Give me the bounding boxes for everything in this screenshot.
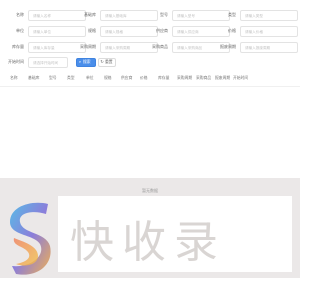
reset-button-label: 重置 <box>105 60 113 64</box>
filter-label: 类型 <box>228 12 236 17</box>
watermark-logo <box>10 202 51 275</box>
filter-label: 采购周期 <box>80 44 96 49</box>
filter-row: 单位 请输入单位 规格 请输入规格 供应商 请输入供应商 价格 请输入价格 <box>0 26 300 40</box>
filter-row: 名称 请输入名称 基础库 请输入基础库 型号 请输入型号 类型 请输入类型 <box>0 10 300 24</box>
filter-label: 基础库 <box>84 12 96 17</box>
column-header: 型号 <box>49 76 57 80</box>
filter-label: 开始时间 <box>8 59 24 64</box>
column-header: 价格 <box>140 76 148 80</box>
column-header: 类型 <box>67 76 75 80</box>
table-header: 名称 基础库 型号 类型 单位 规格 供应商 价格 库存量 采购周期 采购商品 … <box>0 72 300 87</box>
watermark-text: 快收录 <box>70 217 226 268</box>
filter-row: 开始时间 请选择开始时间 ⌕ 搜索 ↻重置 <box>0 57 300 71</box>
column-header: 开始时间 <box>233 76 249 80</box>
column-header: 采购商品 <box>196 76 212 80</box>
start-time-input[interactable]: 请选择开始时间 <box>28 57 68 68</box>
filter-row: 库存量 请输入库存量 采购周期 请输入采购周期 采购商品 请输入采购商品 报废周… <box>0 42 300 56</box>
column-header: 单位 <box>86 76 94 80</box>
filter-label: 价格 <box>228 28 236 33</box>
column-header: 采购周期 <box>177 76 193 80</box>
reset-button[interactable]: ↻重置 <box>98 58 116 67</box>
empty-state-text: 暂无数据 <box>142 188 158 193</box>
scrap-cycle-input[interactable]: 请输入报废周期 <box>240 42 298 53</box>
search-button-label: 搜索 <box>83 60 91 64</box>
filter-label: 采购商品 <box>152 44 168 49</box>
filter-label: 单位 <box>16 28 24 33</box>
column-header: 基础库 <box>28 76 40 80</box>
type-input[interactable]: 请输入类型 <box>240 10 298 21</box>
price-input[interactable]: 请输入价格 <box>240 26 298 37</box>
filter-label: 型号 <box>160 12 168 17</box>
column-header: 库存量 <box>158 76 170 80</box>
filter-label: 名称 <box>16 12 24 17</box>
filter-label: 供应商 <box>156 28 168 33</box>
column-header: 规格 <box>104 76 112 80</box>
filter-label: 规格 <box>88 28 96 33</box>
column-header: 名称 <box>10 76 18 80</box>
column-header: 供应商 <box>121 76 133 80</box>
filter-label: 报废周期 <box>220 44 236 49</box>
column-header: 报废周期 <box>215 76 231 80</box>
search-button[interactable]: ⌕ 搜索 <box>76 58 96 67</box>
filter-label: 库存量 <box>12 44 24 49</box>
